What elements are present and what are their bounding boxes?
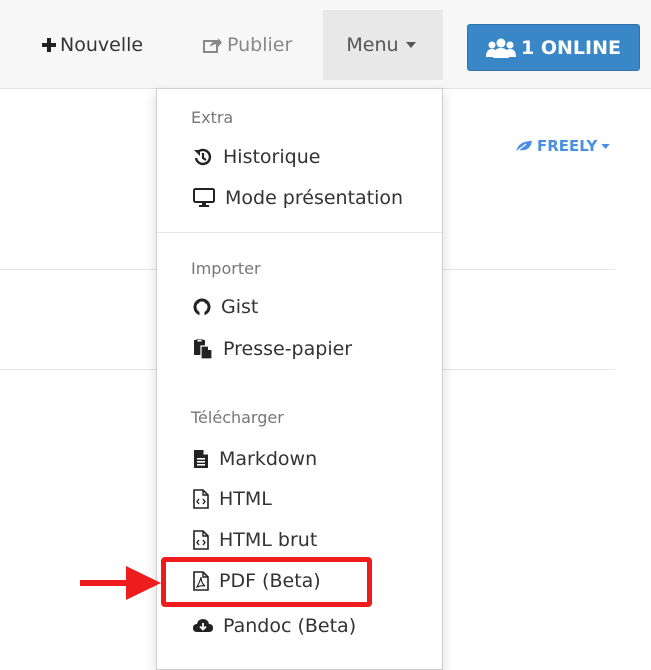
leaf-icon — [515, 140, 532, 152]
publish-label: Publier — [227, 34, 293, 56]
permission-dropdown[interactable]: FREELY — [515, 137, 614, 155]
online-users-button[interactable]: 1 ONLINE — [467, 24, 640, 71]
menu-item-presentation[interactable]: Mode présentation — [193, 184, 403, 212]
menu-item-history[interactable]: Historique — [193, 143, 320, 171]
menu-item-markdown[interactable]: Markdown — [193, 445, 317, 473]
menu-item-label: Gist — [221, 296, 259, 318]
monitor-icon — [193, 188, 215, 207]
menu-item-label: HTML brut — [219, 529, 318, 551]
menu-item-clipboard[interactable]: Presse-papier — [193, 335, 352, 363]
share-icon — [203, 38, 222, 53]
caret-down-icon — [405, 42, 416, 48]
menu-item-label: Presse-papier — [223, 338, 353, 360]
section-header-import: Importer — [191, 259, 261, 278]
menu-item-pandoc[interactable]: Pandoc (Beta) — [193, 612, 356, 640]
section-header-download: Télécharger — [191, 408, 284, 427]
users-icon — [486, 38, 517, 58]
github-icon — [193, 298, 211, 316]
menu-item-label: Pandoc (Beta) — [223, 615, 357, 637]
cloud-download-icon — [193, 619, 213, 632]
menu-item-gist[interactable]: Gist — [193, 293, 258, 321]
clipboard-icon — [194, 339, 213, 359]
online-users-label: 1 ONLINE — [521, 36, 621, 59]
menu-item-label: HTML — [219, 488, 272, 510]
menu-item-label: Markdown — [219, 448, 318, 470]
arrow-icon — [80, 566, 161, 600]
menu-label: Menu — [346, 34, 399, 56]
file-code-icon — [193, 489, 209, 509]
new-note-label: Nouvelle — [60, 34, 144, 56]
menu-item-label: Mode présentation — [225, 187, 404, 209]
menu-item-html[interactable]: HTML — [193, 485, 272, 513]
new-note-button[interactable]: Nouvelle — [42, 10, 143, 80]
history-icon — [194, 148, 212, 166]
section-header-extra: Extra — [191, 108, 234, 127]
menu-item-label: Historique — [223, 146, 321, 168]
highlight-box — [161, 557, 372, 607]
caret-down-icon — [601, 143, 611, 149]
plus-icon — [42, 38, 56, 52]
menu-item-html-raw[interactable]: HTML brut — [193, 526, 317, 554]
file-code-icon — [193, 530, 209, 550]
file-icon — [194, 450, 208, 468]
menu-divider — [157, 232, 442, 233]
permission-label: FREELY — [537, 137, 598, 155]
publish-button[interactable]: Publier — [203, 10, 292, 80]
menu-dropdown-toggle[interactable]: Menu — [323, 10, 443, 80]
